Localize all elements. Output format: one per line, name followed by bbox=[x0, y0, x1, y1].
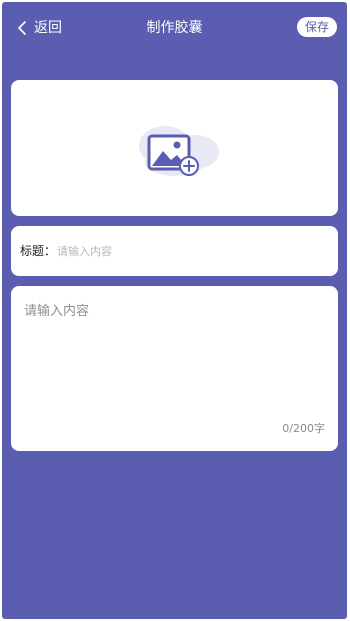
content-textarea[interactable] bbox=[24, 300, 324, 410]
header-bar: 返回 制作胶囊 保存 bbox=[2, 2, 347, 52]
save-button[interactable]: 保存 bbox=[296, 17, 337, 37]
image-add-icon bbox=[139, 126, 219, 176]
content-field-card: 0/200字 bbox=[11, 286, 338, 451]
title-label: 标题： bbox=[20, 244, 57, 258]
title-field-card: 标题： bbox=[11, 226, 338, 276]
char-counter: 0/200字 bbox=[282, 422, 325, 435]
app-screen: 返回 制作胶囊 保存 标题： 0/200字 bbox=[2, 2, 347, 619]
page-title: 制作胶囊 bbox=[146, 20, 203, 36]
title-input[interactable] bbox=[57, 239, 317, 263]
image-upload-card[interactable] bbox=[11, 80, 338, 216]
